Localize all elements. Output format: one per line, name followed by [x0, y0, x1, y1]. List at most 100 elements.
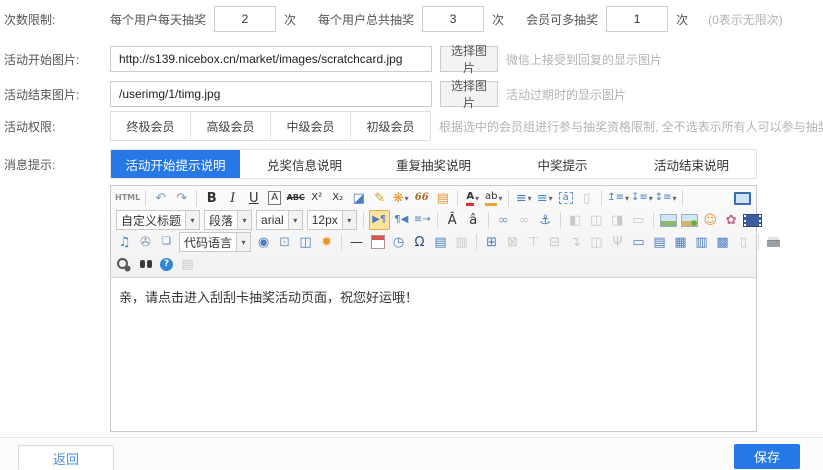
- start-image-input[interactable]: [110, 46, 432, 72]
- paragraph-space-bottom-button[interactable]: ↧≡▾: [631, 189, 653, 207]
- italic-button[interactable]: I: [223, 189, 242, 207]
- per-day-draw-input[interactable]: [214, 6, 276, 32]
- insert-code-icon[interactable]: ❏: [157, 233, 176, 251]
- underline-button[interactable]: U: [244, 189, 263, 207]
- horizontal-rule-button[interactable]: —: [347, 233, 366, 251]
- ordered-list-button[interactable]: ≡▾: [514, 189, 533, 207]
- paste-plain-icon[interactable]: ▤: [433, 189, 452, 207]
- insert-table-icon[interactable]: ⊞: [482, 233, 501, 251]
- help-icon[interactable]: ?: [157, 255, 176, 273]
- permission-label: 活动权限:: [0, 118, 110, 135]
- member-level-senior[interactable]: 高级会员: [191, 112, 271, 140]
- search-replace-icon[interactable]: [136, 255, 155, 273]
- map-icon[interactable]: ◉: [254, 233, 273, 251]
- back-button[interactable]: 返回: [18, 445, 114, 470]
- end-image-pick-button[interactable]: 选择图片: [440, 81, 498, 107]
- rtl-paragraph-button[interactable]: ¶◀: [392, 211, 411, 229]
- source-code-button[interactable]: HTML: [115, 189, 140, 207]
- tab-activity-end[interactable]: 活动结束说明: [627, 150, 756, 178]
- screenshot-icon[interactable]: [680, 211, 699, 229]
- insert-image-icon[interactable]: [659, 211, 678, 229]
- attachment-icon[interactable]: ✇: [136, 233, 155, 251]
- insert-music-icon[interactable]: ♫: [115, 233, 134, 251]
- table-sort-icon[interactable]: ▩: [713, 233, 732, 251]
- footer-bar: 返回 保存: [0, 437, 823, 470]
- insert-date-icon[interactable]: [368, 233, 387, 251]
- custom-title-select[interactable]: 自定义标题▾: [116, 210, 200, 230]
- ltr-paragraph-button[interactable]: ▶¶: [369, 210, 390, 230]
- insert-time-icon[interactable]: ◷: [389, 233, 408, 251]
- bold-button[interactable]: B: [202, 189, 221, 207]
- font-border-button[interactable]: A: [265, 189, 284, 207]
- merge-down-icon[interactable]: ▤: [650, 233, 669, 251]
- save-button[interactable]: 保存: [734, 444, 800, 469]
- limit-label: 次数限制:: [0, 11, 110, 28]
- strikethrough-button[interactable]: ABC: [286, 189, 305, 207]
- anchor-icon[interactable]: ⚓: [536, 211, 555, 229]
- highlight-color-button[interactable]: ab▾: [484, 189, 503, 207]
- paragraph-format-select[interactable]: 段落▾: [204, 210, 252, 230]
- insert-row-icon: ↴: [566, 233, 585, 251]
- font-size-select[interactable]: 12px▾: [307, 210, 357, 230]
- redo-icon[interactable]: ↷: [172, 189, 191, 207]
- start-image-pick-button[interactable]: 选择图片: [440, 46, 498, 72]
- insert-video-icon[interactable]: [743, 211, 762, 229]
- google-map-icon[interactable]: ⊡: [275, 233, 294, 251]
- split-cell-icon: Ψ: [608, 233, 627, 251]
- total-unit: 次: [492, 11, 504, 28]
- preview-icon[interactable]: [115, 255, 134, 273]
- special-chars-button[interactable]: Ω: [410, 233, 429, 251]
- blockquote-button[interactable]: 66: [412, 189, 431, 207]
- to-uppercase-icon[interactable]: Â: [443, 211, 462, 229]
- unlink-icon: ∞: [515, 211, 534, 229]
- end-image-input[interactable]: [110, 81, 432, 107]
- total-draw-input[interactable]: [422, 6, 484, 32]
- subscript-button[interactable]: X₂: [328, 189, 347, 207]
- total-field-label: 每个用户总共抽奖: [318, 11, 414, 28]
- image-float-left-icon: ◧: [566, 211, 585, 229]
- member-level-junior[interactable]: 初级会员: [351, 112, 430, 140]
- auto-typeset-icon[interactable]: ❋▾: [391, 189, 410, 207]
- fullscreen-icon[interactable]: [733, 189, 752, 207]
- format-painter-icon[interactable]: ✎: [370, 189, 389, 207]
- toolbar-separator: [758, 234, 759, 250]
- line-height-button[interactable]: ↕≡▾: [655, 189, 677, 207]
- font-color-button[interactable]: A▾: [463, 189, 482, 207]
- scrawl-icon[interactable]: ✿: [722, 211, 741, 229]
- link-icon[interactable]: ∞: [494, 211, 513, 229]
- anchor-label-icon[interactable]: a: [556, 189, 575, 207]
- message-label-row: 消息提示:: [0, 156, 110, 172]
- print-icon[interactable]: [764, 233, 783, 251]
- to-lowercase-icon[interactable]: â: [464, 211, 483, 229]
- member-level-middle[interactable]: 中级会员: [271, 112, 351, 140]
- insert-frame-icon[interactable]: ◫: [296, 233, 315, 251]
- paragraph-space-top-button[interactable]: ↥≡▾: [607, 189, 629, 207]
- superscript-button[interactable]: X²: [307, 189, 326, 207]
- split-cols-icon[interactable]: ▥: [692, 233, 711, 251]
- indent-button[interactable]: ≡→: [413, 211, 432, 229]
- toolbar-separator: [560, 212, 561, 228]
- emotion-icon[interactable]: ☺: [701, 211, 720, 229]
- remove-format-icon[interactable]: ◪: [349, 189, 368, 207]
- toolbar-separator: [488, 212, 489, 228]
- background-icon: ▥: [452, 233, 471, 251]
- font-family-select[interactable]: arial▾: [256, 210, 303, 230]
- code-language-select[interactable]: 代码语言▾: [179, 232, 251, 252]
- split-rows-icon[interactable]: ▦: [671, 233, 690, 251]
- undo-icon[interactable]: ↶: [151, 189, 170, 207]
- tab-repeat-draw[interactable]: 重复抽奖说明: [369, 150, 498, 178]
- toolbar-separator: [196, 190, 197, 206]
- merge-right-icon[interactable]: ▭: [629, 233, 648, 251]
- editor-content[interactable]: 亲，请点击进入刮刮卡抽奖活动页面，祝您好运哦！: [111, 278, 756, 431]
- member-level-ultimate[interactable]: 终极会员: [111, 112, 191, 140]
- flash-icon[interactable]: ✹: [317, 233, 336, 251]
- delete-table-icon: ⊠: [503, 233, 522, 251]
- page-break-icon: ▯: [734, 233, 753, 251]
- template-icon[interactable]: ▤: [431, 233, 450, 251]
- tab-redeem-info[interactable]: 兑奖信息说明: [240, 150, 369, 178]
- toolbar-separator: [653, 212, 654, 228]
- member-extra-draw-input[interactable]: [606, 6, 668, 32]
- unordered-list-button[interactable]: ≡▾: [535, 189, 554, 207]
- tab-win-tip[interactable]: 中奖提示: [498, 150, 627, 178]
- tab-activity-start-tip[interactable]: 活动开始提示说明: [111, 150, 240, 178]
